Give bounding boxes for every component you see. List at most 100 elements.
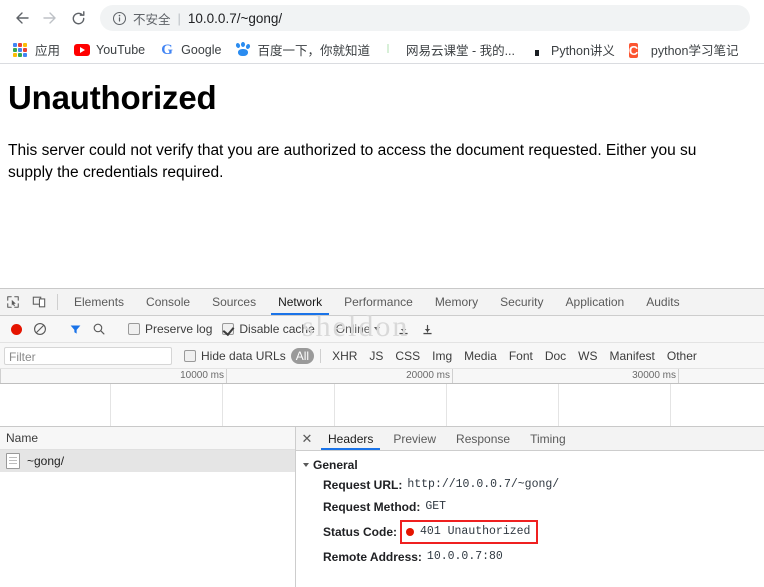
tab-elements[interactable]: Elements: [63, 289, 135, 315]
header-field-remote-address: Remote Address: 10.0.0.7:80: [296, 546, 764, 568]
bookmark-youtube[interactable]: YouTube: [67, 39, 152, 61]
toolbar-divider: [57, 294, 58, 310]
baidu-icon: [235, 41, 251, 58]
github-icon: [529, 42, 545, 58]
filter-type-doc[interactable]: Doc: [540, 348, 571, 364]
network-toolbar: Preserve log Disable cache Online: [0, 316, 764, 343]
tab-timing[interactable]: Timing: [520, 427, 576, 450]
apps-grid-icon: [13, 42, 29, 58]
page-content: Unauthorized This server could not verif…: [0, 65, 764, 287]
bookmark-label: 应用: [35, 44, 61, 58]
tab-network[interactable]: Network: [267, 289, 333, 315]
filter-input[interactable]: Filter: [4, 346, 172, 365]
preserve-log-checkbox[interactable]: Preserve log: [128, 322, 212, 336]
tab-audits[interactable]: Audits: [635, 289, 690, 315]
inspect-element-icon[interactable]: [0, 289, 26, 315]
filter-type-img[interactable]: Img: [427, 348, 457, 364]
forward-button[interactable]: [36, 4, 64, 32]
request-list-header[interactable]: Name: [0, 427, 295, 450]
field-key: Request Method:: [323, 500, 421, 514]
filter-type-other[interactable]: Other: [662, 348, 702, 364]
bookmark-label: Python讲义: [551, 44, 615, 58]
tab-memory[interactable]: Memory: [424, 289, 489, 315]
record-dot-icon[interactable]: [4, 317, 28, 341]
csdn-icon: C: [628, 42, 639, 58]
tab-sources[interactable]: Sources: [201, 289, 267, 315]
field-value: GET: [425, 500, 447, 513]
page-body-line-1: This server could not verify that you ar…: [8, 142, 697, 159]
disable-cache-checkbox[interactable]: Disable cache: [222, 322, 315, 336]
throttle-dropdown[interactable]: Online: [336, 322, 381, 336]
hide-data-urls-label: Hide data URLs: [201, 348, 286, 363]
devtools-tabbar: Elements Console Sources Network Perform…: [0, 289, 764, 316]
page-body-line-2: supply the credentials required.: [8, 164, 224, 182]
tick-label: 20000 ms: [406, 370, 450, 381]
chevron-down-icon: [374, 327, 381, 331]
device-toolbar-icon[interactable]: [26, 289, 52, 315]
reload-button[interactable]: [64, 4, 92, 32]
field-value: 401 Unauthorized: [420, 525, 531, 538]
tab-headers[interactable]: Headers: [318, 427, 383, 450]
tab-performance[interactable]: Performance: [333, 289, 424, 315]
table-row[interactable]: ~gong/: [0, 450, 295, 472]
hide-data-urls-checkbox[interactable]: Hide data URLs: [184, 349, 286, 363]
bookmark-netease[interactable]: 网易云课堂 - 我的...: [377, 39, 522, 61]
bookmark-python-lecture[interactable]: Python讲义: [522, 39, 622, 61]
document-icon: [6, 453, 20, 469]
status-error-dot-icon: [406, 528, 415, 536]
request-name: ~gong/: [27, 454, 65, 468]
bookmark-label: Google: [181, 42, 222, 57]
tab-response[interactable]: Response: [446, 427, 520, 450]
network-filterbar: Filter Hide data URLs All XHR JS CSS Img…: [0, 343, 764, 369]
tick-label: 30000 ms: [632, 370, 676, 381]
tab-security[interactable]: Security: [489, 289, 554, 315]
google-icon: G: [161, 41, 173, 58]
filter-type-font[interactable]: Font: [504, 348, 538, 364]
tab-console[interactable]: Console: [135, 289, 201, 315]
filter-type-ws[interactable]: WS: [573, 348, 602, 364]
tab-application[interactable]: Application: [555, 289, 636, 315]
filter-type-all[interactable]: All: [290, 347, 315, 364]
browser-toolbar: 不安全 | 10.0.0.7/~gong/: [0, 0, 764, 36]
header-field-status-code: Status Code: 401 Unauthorized: [296, 518, 764, 546]
network-overview: 10000 ms 20000 ms 30000 ms 40000 ms: [0, 369, 764, 427]
filter-type-media[interactable]: Media: [459, 348, 502, 364]
bookmark-python-notes[interactable]: C python学习笔记: [622, 39, 746, 61]
bookmark-label: 百度一下，你就知道: [257, 44, 370, 58]
filter-funnel-icon[interactable]: [63, 317, 87, 341]
clear-icon[interactable]: [28, 317, 52, 341]
chevron-down-icon: [303, 463, 309, 467]
timeline-grid[interactable]: [0, 384, 764, 427]
bookmark-baidu[interactable]: 百度一下，你就知道: [228, 39, 377, 61]
import-har-icon[interactable]: [391, 317, 415, 341]
filter-type-manifest[interactable]: Manifest: [605, 348, 660, 364]
filter-type-xhr[interactable]: XHR: [327, 348, 362, 364]
close-icon[interactable]: ✕: [296, 427, 318, 450]
header-field-request-url: Request URL: http://10.0.0.7/~gong/: [296, 474, 764, 496]
bookmark-label: YouTube: [96, 42, 146, 57]
field-key: Status Code:: [323, 525, 398, 539]
timeline-ruler: 10000 ms 20000 ms 30000 ms 40000 ms: [0, 369, 764, 384]
field-key: Request URL:: [323, 478, 403, 492]
preserve-log-label: Preserve log: [145, 322, 213, 336]
general-section-header[interactable]: General: [296, 456, 764, 474]
filter-divider: [320, 348, 322, 363]
details-tabbar: ✕ Headers Preview Response Timing: [296, 427, 764, 451]
export-har-icon[interactable]: [415, 317, 439, 341]
request-list-pane: Name ~gong/: [0, 427, 296, 587]
security-status-label: 不安全: [133, 12, 171, 27]
throttle-value: Online: [335, 322, 371, 336]
tab-preview[interactable]: Preview: [383, 427, 446, 450]
filter-type-js[interactable]: JS: [364, 348, 388, 364]
search-icon[interactable]: [87, 317, 111, 341]
header-field-request-method: Request Method: GET: [296, 496, 764, 518]
bookmark-apps[interactable]: 应用: [6, 39, 67, 61]
address-bar[interactable]: 不安全 | 10.0.0.7/~gong/: [100, 5, 750, 31]
filter-type-css[interactable]: CSS: [390, 348, 425, 364]
bookmark-label: 网易云课堂 - 我的...: [405, 44, 515, 58]
info-circle-icon[interactable]: [112, 11, 127, 26]
url-text: 10.0.0.7/~gong/: [187, 10, 283, 26]
bookmark-google[interactable]: G Google: [152, 39, 228, 61]
checkbox-box: [128, 323, 140, 335]
back-button[interactable]: [8, 4, 36, 32]
